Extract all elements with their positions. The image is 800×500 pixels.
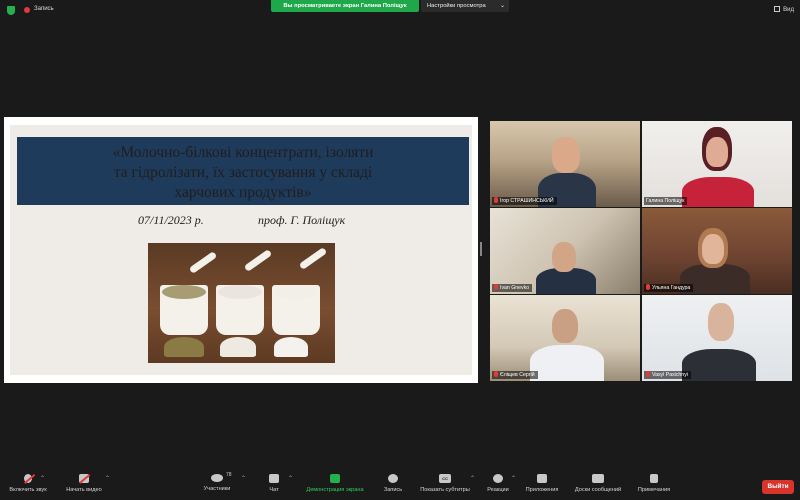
microphone-muted-icon [24,474,32,483]
view-button[interactable]: Вид [774,6,794,13]
powder-pile [164,337,204,357]
participant-name-tag: Галина Поліщук [644,197,688,205]
mic-muted-icon [494,197,498,203]
video-tile[interactable]: Ігор СТРАШИНСЬКИЙ [490,121,640,207]
reactions-button[interactable]: Реакции [484,474,512,493]
zoom-meeting-window: Запись Вы просматриваете экран Галина По… [0,0,800,500]
participant-body [530,345,604,381]
record-button[interactable]: Запись [380,474,406,493]
recording-dot-icon [24,7,30,13]
participant-name-tag: Ігор СТРАШИНСЬКИЙ [492,197,557,205]
powder-cup [272,285,320,335]
chevron-up-icon[interactable]: ⌃ [241,475,246,482]
participants-icon [211,474,223,482]
view-button-label: Вид [783,7,794,13]
whiteboard-icon [592,474,604,483]
video-tile[interactable]: Ульяна Гандура [642,208,792,294]
scoop-handle [243,249,273,272]
chevron-up-icon[interactable]: ⌃ [40,475,45,482]
mic-muted-icon [494,371,498,377]
apps-icon [537,474,547,483]
notes-button[interactable]: Примечания [634,474,674,493]
grid-view-icon [774,6,781,12]
notes-icon [650,474,658,483]
video-tile[interactable]: Ivan Gnevko [490,208,640,294]
slide-background: «Молочно-білкові концентрати, ізоляти та… [10,125,472,375]
chevron-up-icon[interactable]: ⌃ [470,475,475,482]
smiley-icon [493,474,503,483]
slide-author: проф. Г. Поліщук [258,213,346,227]
panel-resize-handle[interactable] [480,242,482,256]
chevron-up-icon[interactable]: ⌃ [511,475,516,482]
video-tile[interactable]: Єліщев Сергій [490,295,640,381]
chat-button[interactable]: Чат [264,474,284,493]
show-captions-button[interactable]: CC Показать субтитры [416,474,474,493]
slide-date: 07/11/2023 р. [138,213,204,227]
shared-screen: «Молочно-білкові концентрати, ізоляти та… [4,117,478,383]
share-banner: Вы просматриваете экран Галина Поліщук [271,0,419,12]
participant-name-tag: Vasyl Pasichnyi [644,371,691,379]
chat-bubble-icon [269,474,279,483]
whiteboards-button[interactable]: Доски сообщений [570,474,626,493]
powder-pile [220,337,256,357]
participant-head [552,137,580,173]
security-shield-icon[interactable] [7,6,15,15]
participant-body [682,177,754,207]
video-camera-off-icon [79,474,89,483]
powder-cup [216,285,264,335]
powder-cup [160,285,208,335]
apps-button[interactable]: Приложения [522,474,562,493]
share-screen-icon [330,474,340,483]
share-screen-button[interactable]: Демонстрация экрана [302,474,368,493]
participant-name-tag: Ivan Gnevko [492,284,533,292]
participant-name-tag: Єліщев Сергій [492,371,538,379]
protein-powder-photo [148,243,335,363]
participant-body [682,349,756,381]
meeting-toolbar: Включить звук ⌃ Начать видео ⌃ Участники… [0,470,800,500]
video-tile-active-speaker[interactable]: Галина Поліщук [642,121,792,207]
closed-captions-icon: CC [439,474,451,483]
chevron-up-icon[interactable]: ⌃ [288,475,293,482]
recording-label: Запись [34,6,54,12]
mic-muted-icon [646,284,650,290]
scoop-handle [188,251,218,274]
participant-head [552,242,576,272]
chevron-down-icon: ⌄ [499,3,505,9]
scoop-handle [298,247,328,270]
slide-title: «Молочно-білкові концентрати, ізоляти та… [112,144,374,201]
record-icon [388,474,398,483]
participant-head [702,234,724,264]
mic-muted-icon [646,371,650,377]
powder-pile [274,337,308,357]
participant-head [708,303,734,341]
view-settings-button[interactable]: Настройки просмотра ⌄ [421,0,509,12]
video-tile[interactable]: Vasyl Pasichnyi [642,295,792,381]
participant-head [706,137,728,167]
participants-count: 78 [226,472,232,478]
participant-name-tag: Ульяна Гандура [644,284,694,292]
top-bar: Запись Вы просматриваете экран Галина По… [0,0,800,20]
start-video-button[interactable]: Начать видео [62,474,106,493]
leave-meeting-button[interactable]: Выйти [762,480,794,494]
chevron-up-icon[interactable]: ⌃ [105,475,110,482]
mic-muted-icon [494,284,498,290]
participant-head [552,309,578,343]
view-settings-label: Настройки просмотра [427,3,486,9]
